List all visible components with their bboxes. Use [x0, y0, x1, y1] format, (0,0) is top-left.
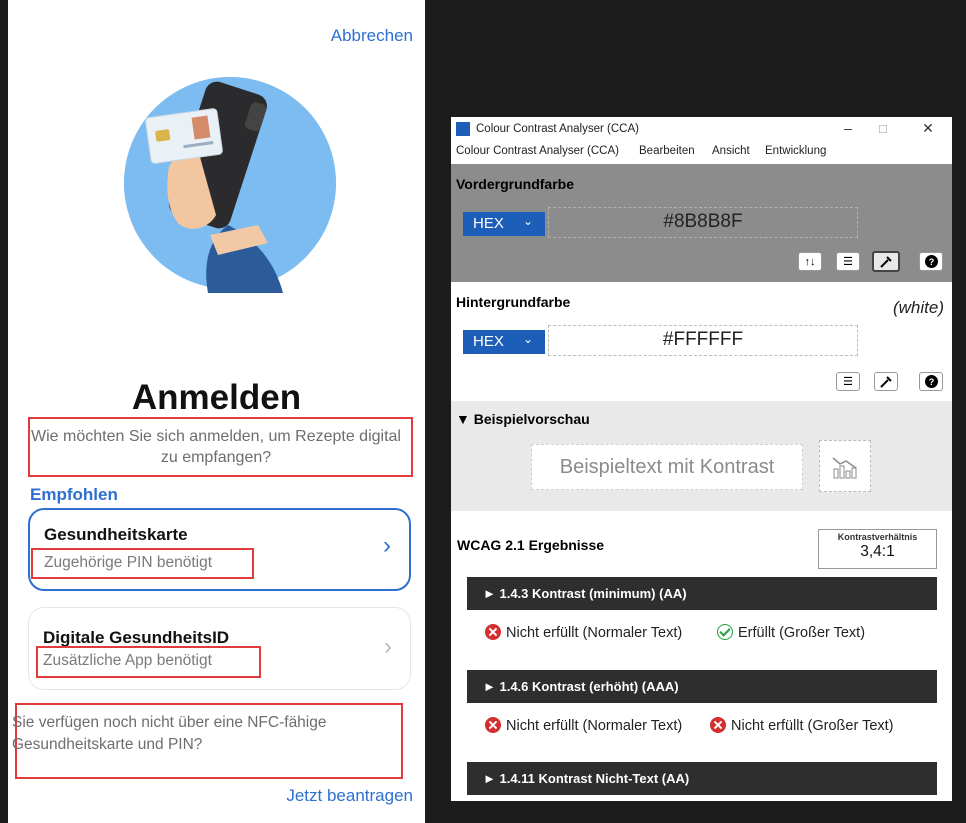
format-value: HEX — [473, 215, 504, 232]
chevron-down-icon: ⌄ — [522, 332, 533, 346]
contrast-ratio-box: Kontrastverhältnis 3,4:1 — [818, 529, 937, 569]
maximize-icon[interactable]: ☐ — [871, 123, 895, 136]
sliders-icon[interactable]: ☰ — [836, 372, 860, 391]
background-format-select[interactable]: HEX ⌄ — [463, 330, 545, 354]
eyedropper-icon[interactable] — [874, 372, 898, 391]
criterion-1-4-11[interactable]: ► 1.4.11 Kontrast Nicht-Text (AA) — [467, 762, 937, 795]
page-subtitle: Wie möchten Sie sich anmelden, um Rezept… — [31, 428, 401, 466]
svg-text:?: ? — [928, 257, 934, 267]
pass-icon — [717, 624, 733, 640]
background-panel: Hintergrundfarbe (white) HEX ⌄ #FFFFFF ☰… — [451, 282, 952, 401]
result-large-text: Erfüllt (Großer Text) — [717, 624, 865, 642]
window-titlebar: Colour Contrast Analyser (CCA) – ☐ ✕ — [451, 117, 952, 142]
section-label-recommended: Empfohlen — [30, 485, 118, 504]
mobile-app-screen: Abbrechen Anmelden Wie möchten Sie sich … — [8, 0, 425, 823]
cca-window: Colour Contrast Analyser (CCA) – ☐ ✕ Col… — [451, 117, 952, 801]
menu-item-edit[interactable]: Bearbeiten — [639, 145, 695, 157]
svg-text:?: ? — [928, 377, 934, 387]
result-normal-text: Nicht erfüllt (Normaler Text) — [485, 624, 706, 642]
background-color-name: (white) — [892, 298, 944, 317]
chevron-right-icon: › — [384, 633, 392, 660]
chevron-down-icon: ⌄ — [522, 214, 533, 228]
contrast-ratio-value: 3,4:1 — [860, 543, 895, 560]
swap-colors-icon[interactable]: ↑↓ — [798, 252, 822, 271]
fail-icon — [485, 717, 501, 733]
sample-chart-icon[interactable] — [819, 440, 871, 492]
foreground-panel: Vordergrundfarbe HEX ⌄ #8B8B8F ↑↓ ☰ ? — [451, 164, 952, 282]
menu-bar: Colour Contrast Analyser (CCA) Bearbeite… — [451, 142, 952, 164]
result-text: Nicht erfüllt (Großer Text) — [731, 718, 894, 734]
fail-icon — [485, 624, 501, 640]
result-large-text: Nicht erfüllt (Großer Text) — [710, 717, 894, 735]
contrast-ratio-label: Kontrastverhältnis — [837, 532, 918, 542]
sample-preview-toggle[interactable]: ▼ Beispielvorschau — [456, 411, 590, 427]
background-label: Hintergrundfarbe — [456, 294, 571, 310]
result-normal-text: Nicht erfüllt (Normaler Text) — [485, 717, 706, 735]
menu-item-app[interactable]: Colour Contrast Analyser (CCA) — [456, 145, 619, 157]
highlight-box-pin — [31, 548, 254, 579]
sample-preview-panel: ▼ Beispielvorschau Beispieltext mit Kont… — [451, 401, 952, 511]
foreground-format-select[interactable]: HEX ⌄ — [463, 212, 545, 236]
foreground-label: Vordergrundfarbe — [456, 176, 574, 192]
sample-text: Beispieltext mit Kontrast — [531, 444, 803, 490]
background-hex-input[interactable]: #FFFFFF — [548, 325, 858, 356]
foreground-hex-input[interactable]: #8B8B8F — [548, 207, 858, 238]
highlight-box-app — [36, 646, 261, 678]
app-logo-icon — [456, 122, 470, 136]
apply-now-link[interactable]: Jetzt beantragen — [286, 786, 413, 806]
close-icon[interactable]: ✕ — [916, 120, 940, 137]
results-title: WCAG 2.1 Ergebnisse — [457, 537, 605, 553]
result-text: Nicht erfüllt (Normaler Text) — [506, 718, 683, 734]
help-icon[interactable]: ? — [919, 372, 943, 391]
menu-item-develop[interactable]: Entwicklung — [765, 145, 826, 157]
minimize-icon[interactable]: – — [836, 120, 860, 136]
result-text: Erfüllt (Großer Text) — [738, 625, 866, 641]
health-card-illustration — [124, 77, 336, 293]
chevron-right-icon: › — [383, 532, 391, 559]
help-icon[interactable]: ? — [919, 252, 943, 271]
criterion-1-4-6[interactable]: ► 1.4.6 Kontrast (erhöht) (AAA) — [467, 670, 937, 703]
fail-icon — [710, 717, 726, 733]
eyedropper-icon[interactable] — [872, 251, 900, 272]
format-value: HEX — [473, 333, 504, 350]
nfc-hint-text: Sie verfügen noch nicht über eine NFC-fä… — [12, 714, 327, 753]
option-title: Digitale GesundheitsID — [43, 628, 230, 647]
sliders-icon[interactable]: ☰ — [836, 252, 860, 271]
option-title: Gesundheitskarte — [44, 525, 188, 544]
result-text: Nicht erfüllt (Normaler Text) — [506, 625, 683, 641]
window-title: Colour Contrast Analyser (CCA) — [476, 123, 639, 135]
menu-item-view[interactable]: Ansicht — [712, 145, 750, 157]
cancel-button[interactable]: Abbrechen — [331, 26, 413, 46]
criterion-1-4-3[interactable]: ► 1.4.3 Kontrast (minimum) (AA) — [467, 577, 937, 610]
page-title: Anmelden — [131, 378, 302, 417]
